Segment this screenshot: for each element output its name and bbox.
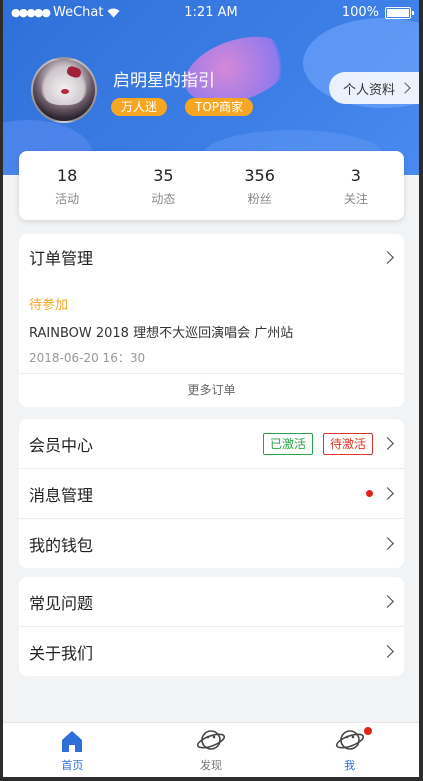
planet-icon [196,730,226,750]
stat-following[interactable]: 3 关注 [308,151,404,220]
stat-value: 356 [244,166,275,185]
stat-value: 3 [350,166,361,185]
user-tag: TOP商家 [185,98,254,116]
messages-label: 消息管理 [29,485,94,505]
profile-button-label: 个人资料 [342,82,395,98]
stat-activities[interactable]: 18 活动 [19,151,115,220]
profile-header: 启明星的指引 万人迷 TOP商家 个人资料 [3,0,419,175]
username: 启明星的指引 [113,71,215,91]
tab-label: 首页 [61,759,84,772]
home-icon [62,731,83,752]
order-item[interactable]: 待参加 RAINBOW 2018 理想不大巡回演唱会 广州站 2018-06-2… [19,294,404,366]
chevron-right-icon [399,82,411,94]
avatar-art [61,89,69,94]
stat-posts[interactable]: 35 动态 [115,151,211,220]
battery-icon [385,6,414,19]
stat-value: 18 [56,166,78,185]
order-status: 待参加 [29,298,69,313]
stat-label: 关注 [343,192,368,206]
chevron-right-icon [381,487,394,500]
order-management-label: 订单管理 [29,249,94,268]
avatar[interactable] [31,57,97,123]
stat-followers[interactable]: 356 粉丝 [212,151,308,220]
member-center-label: 会员中心 [29,435,94,455]
member-menu-card: 会员中心 已激活 待激活 消息管理 我的钱包 [19,419,404,568]
phone-screen: 启明星的指引 万人迷 TOP商家 个人资料 ●●●●● WeChat 1:21 … [3,0,419,777]
order-event-title: RAINBOW 2018 理想不大巡回演唱会 广州站 [29,326,294,341]
stat-label: 动态 [151,192,176,206]
wallet-label: 我的钱包 [29,535,94,555]
pending-badge[interactable]: 待激活 [322,432,373,455]
status-bar: ●●●●● WeChat 1:21 AM 100% [3,0,419,26]
order-management-row[interactable]: 订单管理 [19,234,404,280]
faq-row[interactable]: 常见问题 [19,577,404,627]
planet-icon [335,730,364,750]
chevron-right-icon [381,437,394,450]
tab-home[interactable]: 首页 [3,723,142,777]
stats-card: 18 活动 35 动态 356 粉丝 3 关注 [19,151,404,220]
chevron-right-icon [381,537,394,550]
stat-label: 粉丝 [247,192,272,206]
about-row[interactable]: 关于我们 [19,627,404,676]
order-event-time: 2018-06-20 16：30 [29,351,146,365]
tab-bar: 首页 发现 我 [3,722,419,777]
more-orders-link[interactable]: 更多订单 [19,373,404,407]
messages-row[interactable]: 消息管理 [19,469,404,519]
user-tag: 万人迷 [111,98,168,116]
faq-label: 常见问题 [29,593,94,613]
stat-label: 活动 [55,192,80,206]
tab-label: 发现 [200,759,222,772]
profile-button[interactable]: 个人资料 [328,72,419,104]
wallet-row[interactable]: 我的钱包 [19,519,404,568]
order-card: 订单管理 待参加 RAINBOW 2018 理想不大巡回演唱会 广州站 2018… [19,234,404,407]
stat-value: 35 [153,166,174,185]
chevron-right-icon [381,250,394,264]
activated-badge[interactable]: 已激活 [262,432,313,455]
member-center-row[interactable]: 会员中心 已激活 待激活 [19,419,404,469]
tab-discover[interactable]: 发现 [142,723,281,777]
tab-label: 我 [344,759,356,772]
battery-percent: 100% [341,5,379,20]
chevron-right-icon [381,645,394,658]
about-label: 关于我们 [29,643,94,663]
chevron-right-icon [381,595,394,608]
tab-me[interactable]: 我 [280,723,419,777]
unread-dot [366,490,373,497]
help-menu-card: 常见问题 关于我们 [19,577,404,676]
